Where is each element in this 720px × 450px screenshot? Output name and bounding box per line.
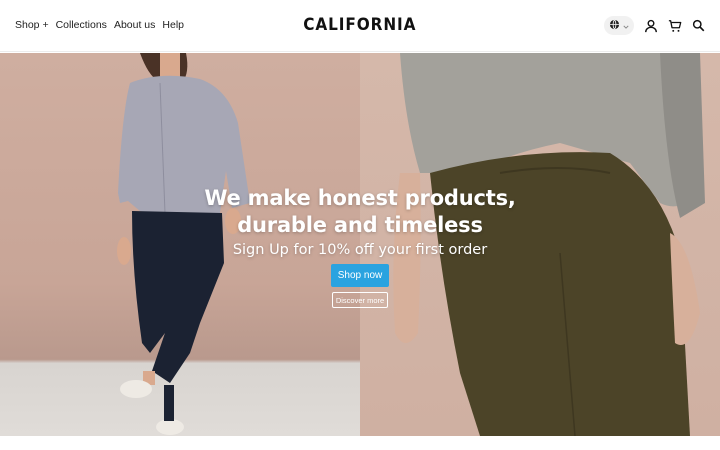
hero-subheadline: Sign Up for 10% off your first order [232,242,488,258]
site-header: Shop + Collections About us Help CALIFOR… [0,0,720,52]
language-selector[interactable] [604,16,634,35]
hero-headline-line2: durable and timeless [237,213,483,237]
cart-icon[interactable] [667,18,682,33]
discover-more-button[interactable]: Discover more [332,292,388,308]
hero-content: We make honest products, durable and tim… [0,53,720,436]
shop-now-button[interactable]: Shop now [331,264,389,287]
globe-icon [609,17,620,35]
search-icon[interactable] [691,18,706,33]
hero-headline: We make honest products, durable and tim… [0,185,720,239]
page-bottom-strip [0,436,720,450]
user-icon[interactable] [643,18,658,33]
hero-headline-line1: We make honest products, [204,186,516,210]
hero-banner: We make honest products, durable and tim… [0,53,720,436]
chevron-down-icon [623,17,629,35]
brand-logo-text: CALIFORNIA [303,15,417,35]
header-actions [604,16,706,35]
